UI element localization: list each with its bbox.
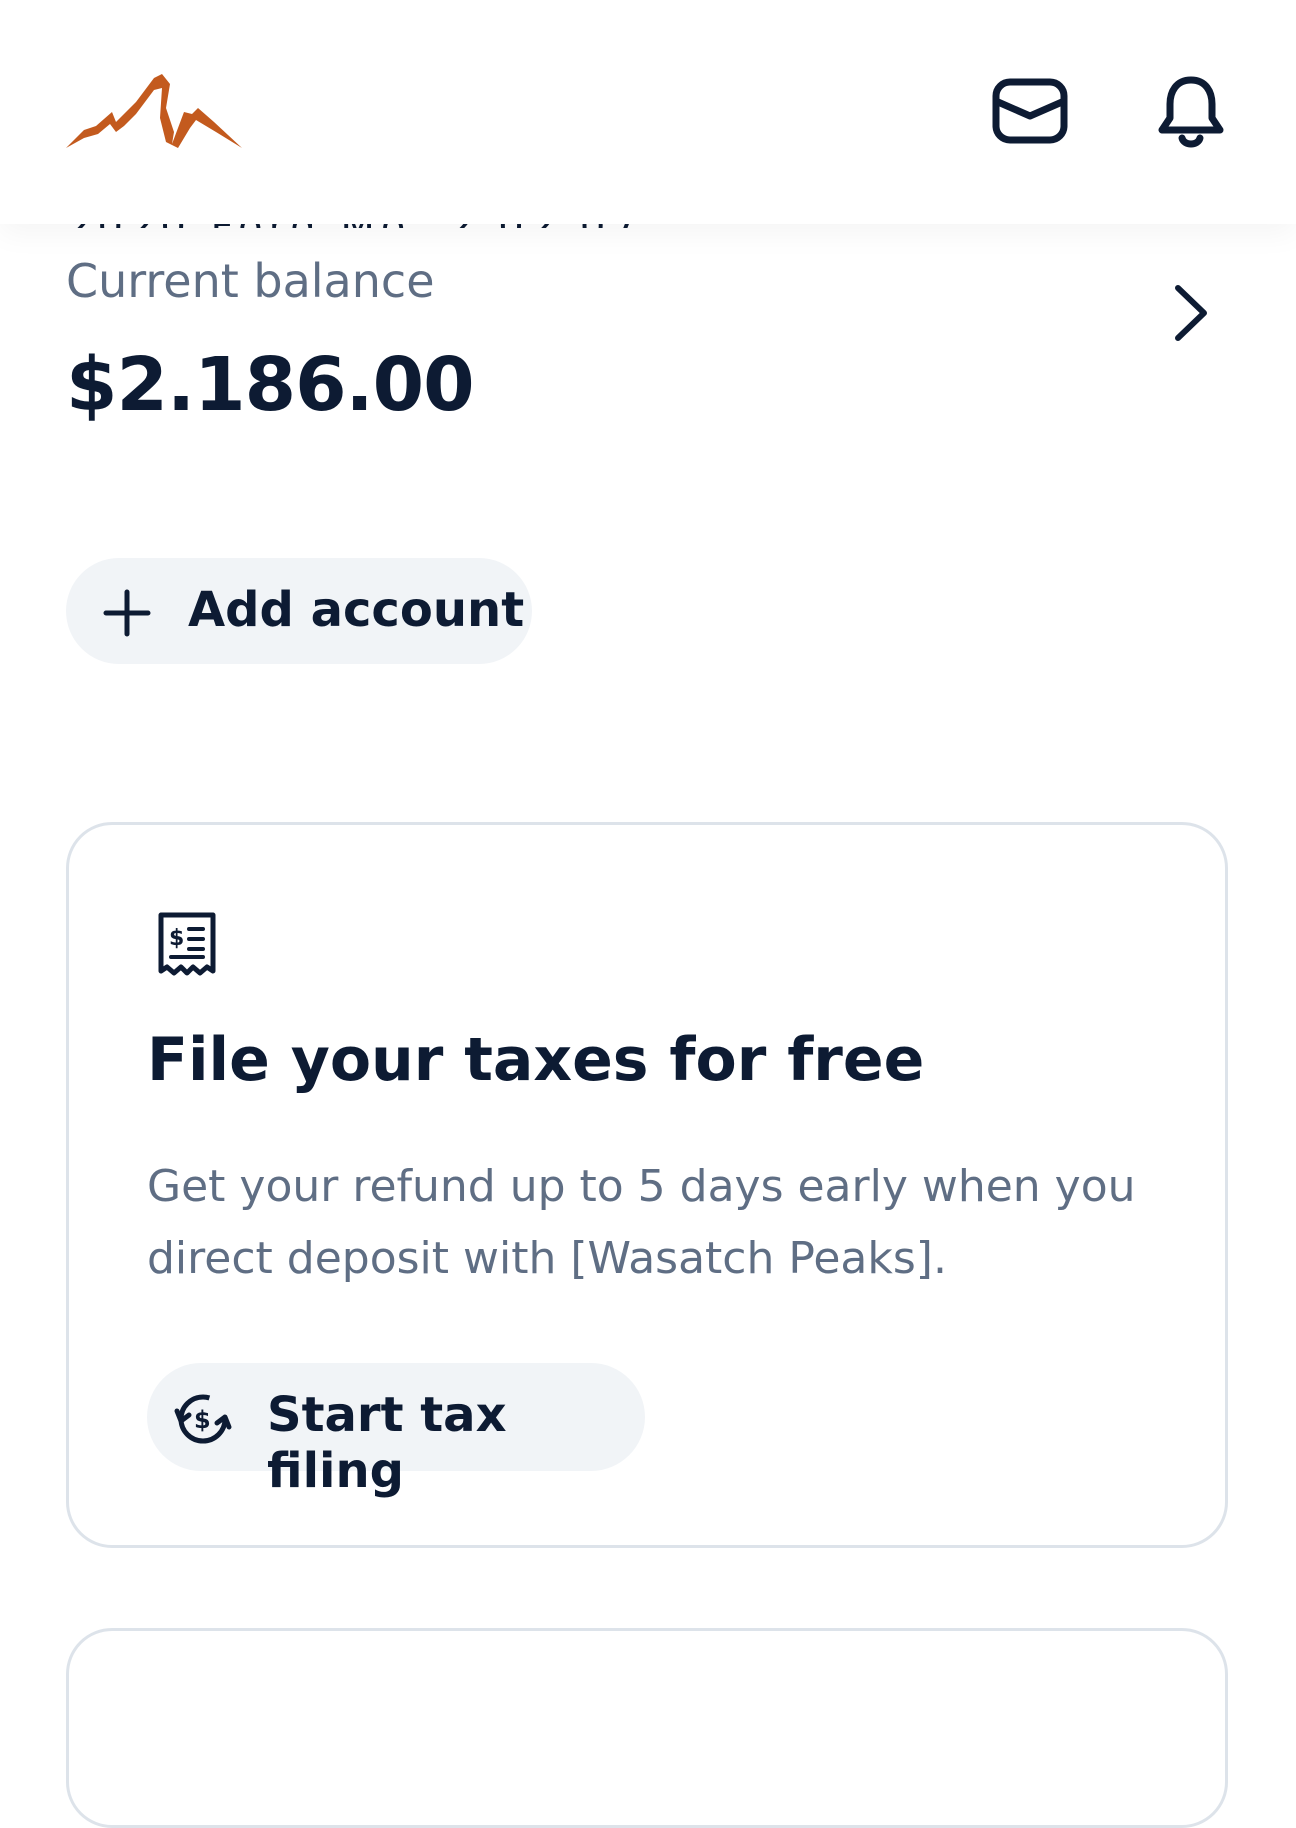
chevron-right-icon[interactable]	[1168, 280, 1216, 346]
add-account-label: Add account	[188, 582, 525, 638]
start-tax-filing-button[interactable]: $ Start tax filing	[147, 1363, 645, 1499]
add-account-button[interactable]: Add account	[66, 558, 532, 664]
plus-icon	[103, 589, 151, 637]
tax-card-description: Get your refund up to 5 days early when …	[147, 1161, 1136, 1284]
receipt-dollar-icon: $	[158, 912, 216, 976]
svg-text:$: $	[194, 1406, 211, 1434]
tax-filing-card: $ File your taxes for free Get your refu…	[66, 822, 1228, 1548]
app-header	[0, 0, 1296, 224]
balance-amount: $2.186.00	[66, 342, 475, 428]
mail-icon[interactable]	[992, 76, 1068, 146]
next-card	[66, 1628, 1228, 1828]
balance-label: Current balance	[66, 254, 435, 308]
account-balance-row[interactable]: Current balance $2.186.00	[0, 240, 1296, 440]
svg-text:$: $	[169, 926, 184, 951]
tax-card-title: File your taxes for free	[147, 1025, 925, 1095]
mountain-logo[interactable]	[66, 72, 242, 152]
start-tax-filing-label: Start tax filing	[267, 1387, 507, 1499]
dollar-refresh-icon: $	[174, 1394, 232, 1444]
bell-icon[interactable]	[1154, 74, 1228, 150]
